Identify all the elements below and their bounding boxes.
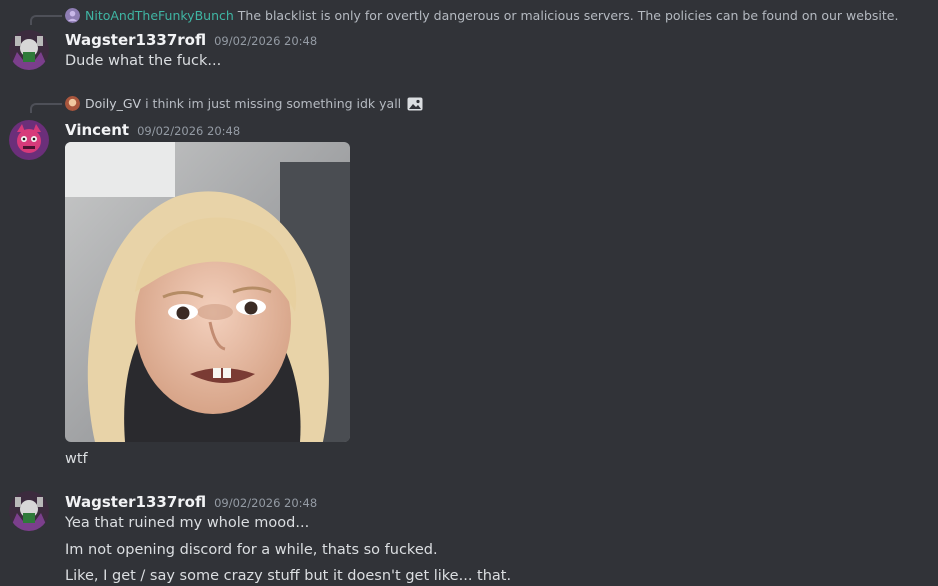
message-text: Like, I get / say some crazy stuff but i…: [65, 568, 512, 584]
reply-text[interactable]: i think im just missing something idk ya…: [145, 96, 401, 111]
message-text: Yea that ruined my whole mood...: [65, 515, 310, 531]
timestamp: 09/02/2026 20:48: [137, 124, 241, 138]
reply-preview[interactable]: NitoAndTheFunkyBunch The blacklist is on…: [65, 8, 898, 23]
timestamp: 09/02/2026 20:48: [214, 496, 318, 510]
message-text: wtf: [65, 451, 88, 467]
avatar[interactable]: [9, 491, 49, 531]
username[interactable]: Wagster1337rofl: [65, 31, 206, 49]
image-attachment[interactable]: [65, 142, 350, 442]
reply-preview[interactable]: Doily_GV i think im just missing somethi…: [65, 96, 423, 111]
avatar[interactable]: [9, 120, 49, 160]
reply-connector: [30, 15, 62, 25]
avatar[interactable]: [9, 30, 49, 70]
reply-text[interactable]: The blacklist is only for overtly danger…: [238, 8, 899, 23]
reply-avatar: [65, 8, 80, 23]
reply-avatar: [65, 96, 80, 111]
message-text: Im not opening discord for a while, that…: [65, 542, 438, 558]
image-icon: [407, 97, 423, 110]
username[interactable]: Vincent: [65, 121, 129, 139]
username[interactable]: Wagster1337rofl: [65, 493, 206, 511]
message-text: Dude what the fuck...: [65, 53, 222, 69]
timestamp: 09/02/2026 20:48: [214, 34, 318, 48]
reply-author[interactable]: Doily_GV: [85, 96, 141, 111]
message-header: Wagster1337rofl 09/02/2026 20:48: [65, 31, 317, 49]
reply-author[interactable]: NitoAndTheFunkyBunch: [85, 8, 234, 23]
message-header: Wagster1337rofl 09/02/2026 20:48: [65, 493, 317, 511]
message-header: Vincent 09/02/2026 20:48: [65, 121, 240, 139]
chat-messages: NitoAndTheFunkyBunch The blacklist is on…: [0, 0, 938, 586]
reply-connector: [30, 103, 62, 113]
